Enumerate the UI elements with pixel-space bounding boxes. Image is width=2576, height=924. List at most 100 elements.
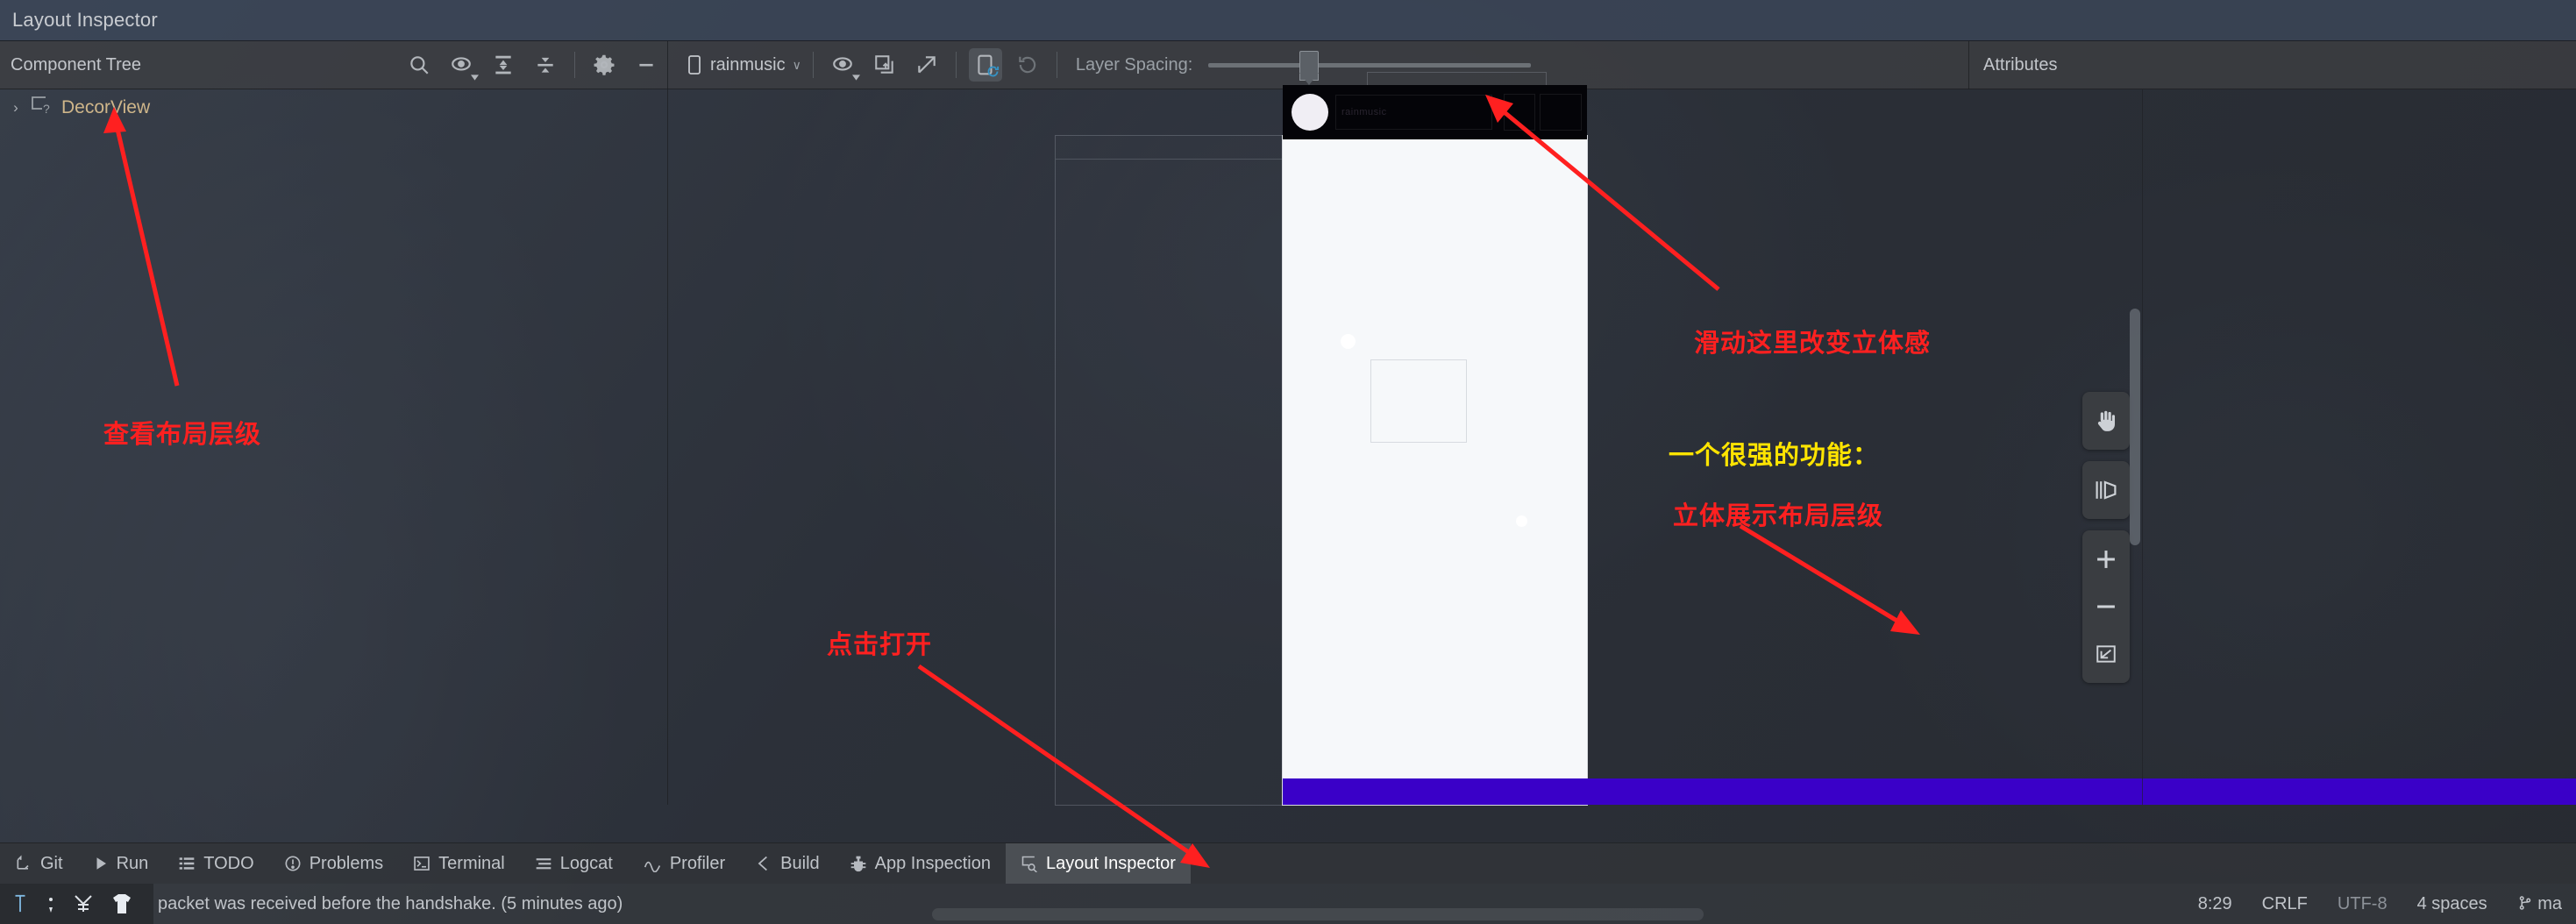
tool-window-label: Git <box>40 853 63 873</box>
run-icon <box>93 856 109 871</box>
content-dot-small <box>1516 515 1527 527</box>
git-branch[interactable]: ma <box>2517 894 2562 914</box>
search-icon[interactable] <box>402 48 436 82</box>
tool-window-label: Build <box>780 853 820 873</box>
canvas-vertical-scrollbar[interactable] <box>2130 309 2140 545</box>
tool-window-git[interactable]: Git <box>0 843 78 884</box>
device-preview[interactable]: 推荐 点播 rainmusic <box>1055 72 2576 806</box>
device-selector[interactable]: rainmusic ∨ <box>686 54 801 75</box>
annotation-3d-hierarchy: 立体展示布局层级 <box>1673 501 1884 530</box>
canvas-float-toolbar <box>2082 392 2130 683</box>
minimize-icon[interactable] <box>630 48 663 82</box>
git-icon <box>15 855 32 872</box>
tool-window-todo[interactable]: TODO <box>163 843 268 884</box>
tool-window-problems[interactable]: Problems <box>269 843 398 884</box>
app-inspection-icon <box>850 855 867 872</box>
git-branch-icon <box>2519 895 2530 910</box>
mode-3d-group <box>2082 461 2130 519</box>
device-navigation-bar <box>1283 139 1587 180</box>
player-playlist-button[interactable] <box>1540 94 1582 131</box>
tool-window-label: Logcat <box>559 853 613 873</box>
collapse-all-icon[interactable] <box>529 48 562 82</box>
tree-node-decorview[interactable]: › ? DecorView <box>0 89 667 126</box>
album-art-avatar <box>1292 94 1328 131</box>
tool-window-label: Profiler <box>669 853 726 873</box>
player-play-button[interactable] <box>1504 94 1535 131</box>
main-toolbar: Component Tree rainmusic ∨ Layer Spacing… <box>0 40 2576 89</box>
phone-screen[interactable]: 推荐 点播 rainmusic <box>1282 72 2576 806</box>
window-title-bar: Layout Inspector <box>0 0 2576 41</box>
tool-window-label: Terminal <box>438 853 505 873</box>
overlay-image-icon[interactable] <box>868 48 901 82</box>
zoom-out-button[interactable] <box>2082 583 2130 630</box>
slider-thumb[interactable] <box>1299 51 1320 85</box>
phone-icon <box>688 55 701 75</box>
tool-window-run[interactable]: Run <box>78 843 164 884</box>
ime-skin-icon[interactable] <box>109 891 135 917</box>
tool-window-layout-inspector[interactable]: Layout Inspector <box>1005 843 1191 884</box>
inspector-canvas[interactable]: 推荐 点播 rainmusic <box>669 72 2576 806</box>
layout-inspector-icon <box>1021 855 1038 872</box>
tool-window-app-inspection[interactable]: App Inspection <box>835 843 1006 884</box>
settings-gear-icon[interactable] <box>587 48 621 82</box>
pan-tool-button[interactable] <box>2082 397 2130 444</box>
slider-track <box>1208 63 1532 68</box>
caret-position[interactable]: 8:29 <box>2198 894 2232 914</box>
attributes-toolbar: Attributes <box>1969 41 2576 89</box>
page-title: Layout Inspector <box>12 9 158 31</box>
tool-window-logcat[interactable]: Logcat <box>520 843 628 884</box>
profiler-icon <box>643 855 662 872</box>
canvas-toolbar: rainmusic ∨ Layer Spacing: <box>668 40 1969 89</box>
attributes-label: Attributes <box>1983 54 2058 75</box>
content-dot-large <box>1341 334 1356 349</box>
layer-spacing-label: Layer Spacing: <box>1075 54 1193 75</box>
zoom-to-fit-button[interactable] <box>2082 630 2130 678</box>
annotation-slide-here: 滑动这里改变立体感 <box>1694 328 1932 358</box>
git-branch-label: ma <box>2537 893 2562 913</box>
zoom-controls-group <box>2082 530 2130 683</box>
tree-node-label: DecorView <box>61 97 151 117</box>
status-message[interactable]: packet was received before the handshake… <box>158 894 623 914</box>
cube-3d-icon <box>2096 480 2117 500</box>
view-node-icon: ? <box>31 96 53 120</box>
filter-visibility-icon[interactable] <box>445 48 479 82</box>
ime-currency-icon[interactable] <box>72 892 95 915</box>
zoom-in-button[interactable] <box>2082 536 2130 583</box>
logcat-icon <box>535 855 552 872</box>
tool-window-bar: Git Run TODO Problems Terminal Logcat Pr… <box>0 842 2576 884</box>
layout-inspector-window: Layout Inspector Component Tree rainmusi… <box>0 0 2576 924</box>
ime-indicator-icon[interactable] <box>11 892 30 915</box>
tree-toolbar: Component Tree <box>0 40 668 89</box>
preview-ghost-layer <box>1055 135 1283 806</box>
status-bar-right: 8:29 CRLF UTF-8 4 spaces ma <box>2198 894 2576 914</box>
tool-window-label: App Inspection <box>874 853 991 873</box>
annotation-view-hierarchy: 查看布局层级 <box>103 419 262 449</box>
ime-punctuation-icon[interactable] <box>44 892 58 915</box>
attributes-panel <box>2142 89 2576 805</box>
line-separator[interactable]: CRLF <box>2262 894 2308 914</box>
toggle-3d-mode-button[interactable] <box>2082 466 2130 514</box>
view-options-icon[interactable] <box>826 48 860 82</box>
player-track-title: rainmusic <box>1335 95 1492 130</box>
build-icon <box>755 855 772 872</box>
device-name: rainmusic <box>710 54 786 75</box>
toolbar-separator-3 <box>955 52 957 78</box>
chevron-right-icon[interactable]: › <box>9 99 23 117</box>
tool-window-build[interactable]: Build <box>740 843 834 884</box>
tool-window-label: Run <box>116 853 149 873</box>
expand-all-icon[interactable] <box>487 48 520 82</box>
tool-window-profiler[interactable]: Profiler <box>628 843 740 884</box>
tool-window-terminal[interactable]: Terminal <box>398 843 520 884</box>
terminal-icon <box>413 855 431 872</box>
toolbar-separator-2 <box>812 52 814 78</box>
indent-setting[interactable]: 4 spaces <box>2417 894 2487 914</box>
refresh-icon[interactable] <box>1011 48 1044 82</box>
live-updates-icon[interactable] <box>968 48 1002 82</box>
content-placeholder-box <box>1370 359 1467 443</box>
todo-icon <box>178 855 196 872</box>
hand-icon <box>2097 410 2115 431</box>
tool-window-label: Layout Inspector <box>1045 853 1176 873</box>
open-in-new-icon[interactable] <box>910 48 943 82</box>
mini-player-bar[interactable]: rainmusic <box>1283 85 1587 139</box>
file-encoding[interactable]: UTF-8 <box>2338 894 2387 914</box>
